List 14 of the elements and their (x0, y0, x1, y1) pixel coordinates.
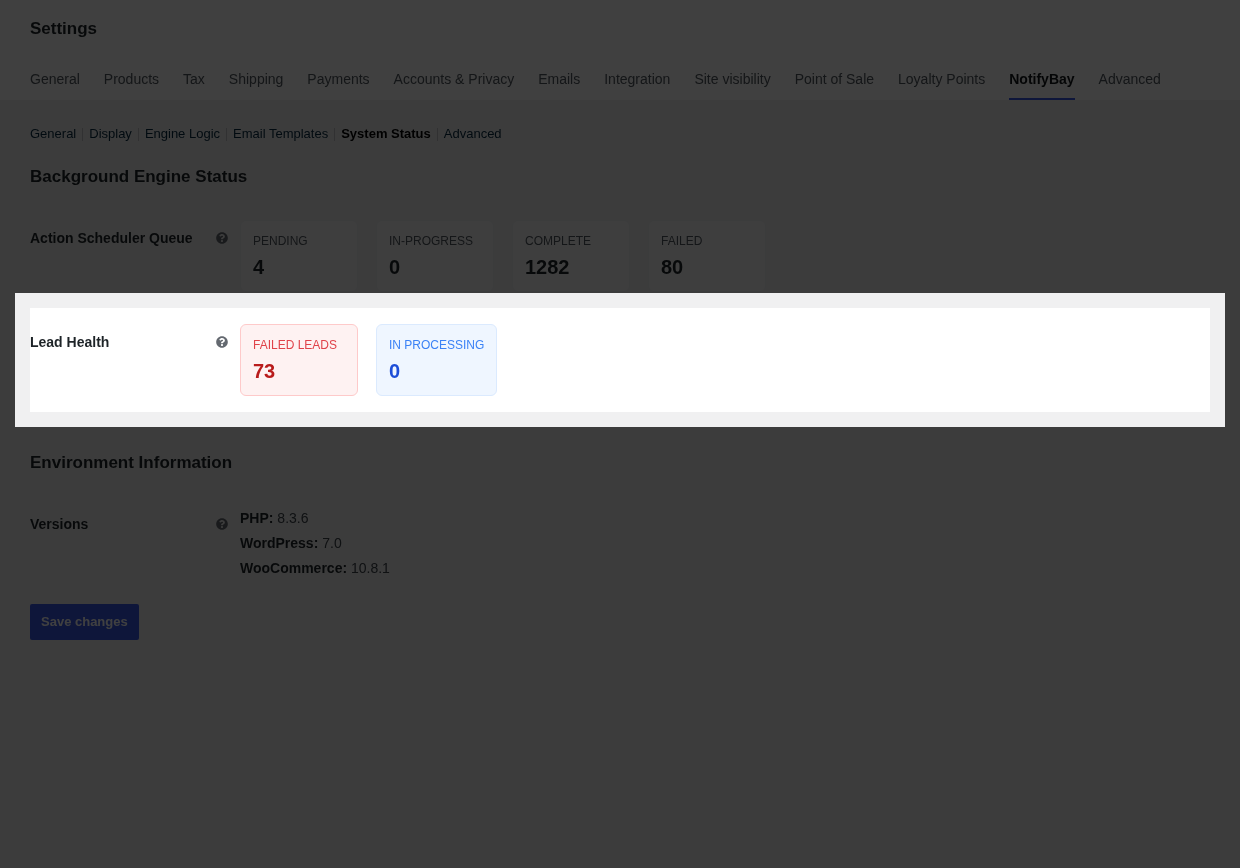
subtab-link[interactable]: Engine Logic (144, 125, 221, 143)
stat-value: 0 (389, 359, 402, 383)
row-label: Lead Health (30, 333, 111, 352)
stat-label: IN PROCESSING (389, 337, 485, 353)
stat-value: 73 (253, 359, 277, 383)
stat-label: FAILED LEADS (253, 337, 339, 353)
subtab-link[interactable]: Display (89, 125, 132, 143)
subtab-link[interactable]: General (30, 125, 77, 143)
help-icon[interactable] (216, 336, 228, 348)
subtab-link[interactable]: System Status (341, 125, 431, 143)
subtab-link[interactable]: Advanced (443, 125, 502, 143)
settings-tab[interactable]: NotifyBay (1009, 56, 1075, 100)
subtab-link[interactable]: Email Templates (233, 125, 329, 143)
page-title: Settings (30, 18, 98, 40)
